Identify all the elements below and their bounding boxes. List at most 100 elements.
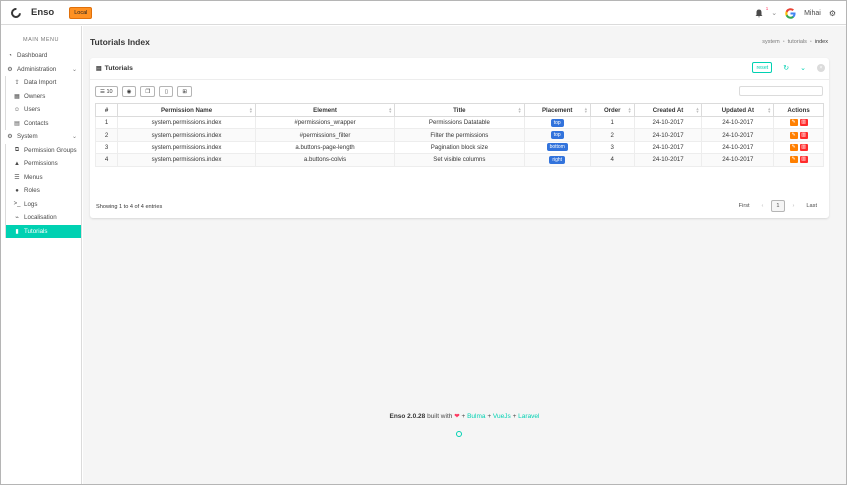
delete-button[interactable]: ▥: [799, 119, 808, 127]
brand-name[interactable]: Enso: [31, 7, 54, 18]
navbar-right: 1 ⌄ Mihai ⚙: [755, 1, 836, 25]
edit-button[interactable]: ✎: [789, 131, 798, 139]
cell-order: 1: [589, 115, 635, 130]
copy-icon: ❐: [145, 88, 151, 95]
trash-icon: ▥: [801, 156, 806, 163]
warning-icon: ▲: [14, 160, 20, 167]
breadcrumb-index: index: [814, 39, 828, 45]
breadcrumb-system[interactable]: system: [762, 39, 779, 45]
breadcrumb: system • tutorials • index: [762, 39, 828, 45]
column-header[interactable]: Order ▲ ▼: [589, 103, 635, 117]
main-content: Tutorials Index system • tutorials • ind…: [83, 26, 846, 484]
cell-created-at: 24-10-2017: [633, 140, 703, 155]
chevron-down-icon[interactable]: ⌄: [771, 9, 777, 17]
collapse-chevron-icon[interactable]: ⌄: [800, 64, 806, 72]
upload-icon: ⇪: [14, 80, 20, 87]
pagination-first[interactable]: First: [735, 201, 754, 211]
footer-version: Enso 2.0.28: [389, 413, 426, 420]
pagination-last[interactable]: Last: [802, 201, 821, 211]
cell-element: a.buttons-colvis: [254, 153, 396, 167]
sidebar-item-label: Roles: [24, 187, 40, 195]
sidebar-item-label: Tutorials: [24, 227, 48, 235]
terminal-icon: >_: [13, 201, 21, 208]
column-header[interactable]: Updated At ▲ ▼: [701, 103, 775, 117]
cogs-icon: ⚙: [7, 66, 13, 73]
export-pdf-button[interactable]: ▯: [159, 86, 174, 97]
entries-info: Showing 1 to 4 of 4 entries: [96, 204, 163, 210]
pagination-next[interactable]: ›: [789, 201, 799, 211]
sidebar-item-localisation[interactable]: ⌁ Localisation: [6, 211, 81, 225]
sidebar-item-system[interactable]: ⚙ System ⌄: [1, 130, 81, 144]
export-excel-button[interactable]: ⊞: [177, 86, 192, 97]
edit-button[interactable]: ✎: [789, 143, 798, 151]
edit-button[interactable]: ✎: [789, 119, 798, 127]
column-header[interactable]: Element ▲ ▼: [254, 103, 396, 117]
sidebar-item-menus[interactable]: ☰ Menus: [6, 171, 81, 185]
notifications-bell-icon[interactable]: 1: [755, 6, 768, 18]
sidebar-item-permissions[interactable]: ▲ Permissions: [6, 157, 81, 171]
administration-submenu: ⇪ Data Import ▦ Owners ☺ Users ▤ Contacts: [5, 76, 81, 130]
column-header[interactable]: Title ▲ ▼: [394, 103, 525, 117]
sidebar-item-roles[interactable]: ● Roles: [6, 184, 81, 198]
delete-button[interactable]: ▥: [799, 131, 808, 139]
sidebar-item-logs[interactable]: >_ Logs: [6, 198, 81, 212]
column-header[interactable]: #: [94, 103, 119, 117]
sidebar-item-dashboard[interactable]: ◔ Dashboard: [1, 49, 81, 63]
sidebar-item-owners[interactable]: ▦ Owners: [6, 90, 81, 104]
column-header[interactable]: Placement ▲ ▼: [523, 103, 591, 117]
pagination: First ‹ 1 › Last: [735, 200, 821, 212]
enso-logo-icon[interactable]: [8, 5, 24, 20]
table-row: 1 system.permissions.index #permissions_…: [94, 115, 824, 130]
page-length-button[interactable]: ☰ 10: [95, 86, 118, 97]
footer: Enso 2.0.28 built with ❤ + Bulma + VueJs…: [83, 412, 846, 420]
sidebar-item-permission-groups[interactable]: ⧉ Permission Groups: [6, 144, 81, 158]
card-header: ▤ Tutorials reset ↻ ⌄ ×: [90, 58, 829, 80]
breadcrumb-tutorials[interactable]: tutorials: [788, 39, 807, 45]
column-visibility-button[interactable]: ◉: [121, 86, 137, 97]
top-navbar: Enso Local 1 ⌄ Mihai ⚙: [1, 1, 846, 25]
github-icon[interactable]: [456, 431, 462, 437]
google-logo-icon: [785, 7, 796, 19]
cell-placement: top: [523, 115, 591, 130]
close-icon[interactable]: ×: [817, 63, 825, 72]
cell-placement: bottom: [523, 140, 591, 155]
table-toolbar: ☰ 10 ◉ ❐ ▯ ⊞: [95, 86, 192, 97]
pencil-icon: ✎: [791, 156, 796, 163]
column-header-label: Title: [453, 106, 466, 114]
pagination-page[interactable]: 1: [771, 200, 785, 212]
chevron-down-icon: ⌄: [71, 66, 77, 73]
refresh-icon[interactable]: ↻: [783, 64, 789, 72]
pagination-prev[interactable]: ‹: [758, 201, 768, 211]
table-row: 4 system.permissions.index a.buttons-col…: [94, 153, 824, 167]
column-header[interactable]: Permission Name ▲ ▼: [117, 103, 256, 117]
column-header[interactable]: Created At ▲ ▼: [633, 103, 703, 117]
sort-icon: ▲ ▼: [517, 106, 522, 114]
delete-button[interactable]: ▥: [799, 143, 808, 151]
export-button[interactable]: ❐: [140, 86, 156, 97]
table-icon: ⊞: [182, 88, 187, 95]
delete-button[interactable]: ▥: [799, 156, 808, 164]
cell-element: #permissions_filter: [254, 128, 396, 142]
sort-icon: ▲ ▼: [627, 106, 632, 114]
bulma-link[interactable]: Bulma: [467, 413, 485, 420]
search-input[interactable]: [739, 86, 823, 96]
cell-order: 3: [589, 140, 635, 155]
breadcrumb-separator: •: [782, 39, 785, 45]
vuejs-link[interactable]: VueJs: [493, 413, 511, 420]
laravel-link[interactable]: Laravel: [518, 413, 539, 420]
sort-icon: ▲ ▼: [695, 106, 700, 114]
sidebar-item-administration[interactable]: ⚙ Administration ⌄: [1, 63, 81, 77]
edit-button[interactable]: ✎: [789, 156, 798, 164]
page-title: Tutorials Index: [90, 37, 150, 47]
sidebar-item-contacts[interactable]: ▤ Contacts: [6, 117, 81, 131]
settings-gears-icon[interactable]: ⚙: [829, 9, 836, 18]
sidebar-item-data-import[interactable]: ⇪ Data Import: [6, 76, 81, 90]
sidebar-item-tutorials[interactable]: ▮ Tutorials: [6, 224, 81, 238]
user-name[interactable]: Mihai: [804, 10, 821, 17]
reset-button[interactable]: reset: [752, 62, 773, 73]
sidebar-item-label: Permissions: [24, 160, 58, 168]
footer-plus: +: [487, 413, 492, 420]
column-header-label: Permission Name: [160, 106, 213, 114]
placement-tag: right: [549, 155, 566, 164]
sidebar-item-users[interactable]: ☺ Users: [6, 103, 81, 117]
